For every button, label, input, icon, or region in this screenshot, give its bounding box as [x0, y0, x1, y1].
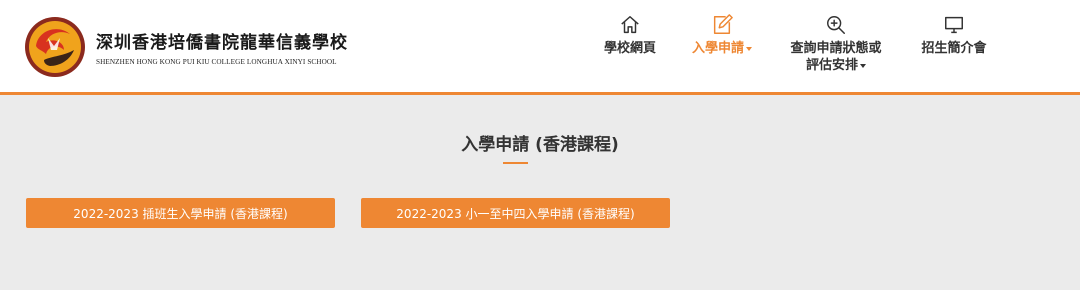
page-title: 入學申請 (香港課程) — [461, 135, 619, 155]
nav-school-homepage[interactable]: 學校網頁 — [600, 14, 660, 84]
nav-application-status[interactable]: 查詢申請狀態或 評估安排 — [784, 14, 888, 84]
home-icon — [621, 16, 639, 34]
site-header: 深圳香港培僑書院龍華信義學校 SHENZHEN HONG KONG PUI KI… — [0, 0, 1080, 95]
school-name-en: SHENZHEN HONG KONG PUI KIU COLLEGE LONGH… — [96, 58, 337, 66]
nav-admission-briefing[interactable]: 招生簡介會 — [915, 14, 993, 84]
monitor-icon — [945, 16, 963, 34]
nav-label-admission-briefing: 招生簡介會 — [921, 41, 987, 56]
nav-label-application-status: 查詢申請狀態或 評估安排 — [790, 41, 882, 73]
school-name-cn: 深圳香港培僑書院龍華信義學校 — [96, 33, 348, 53]
title-underline — [503, 162, 528, 164]
school-emblem-icon — [25, 17, 85, 77]
chevron-down-icon — [746, 46, 752, 51]
p1-to-s4-admission-button[interactable]: 2022-2023 小一至中四入學申請 (香港課程) — [361, 198, 670, 228]
nav-label-admission-application: 入學申請 — [692, 40, 752, 57]
nav-admission-application[interactable]: 入學申請 — [686, 14, 758, 84]
school-logo[interactable]: 深圳香港培僑書院龍華信義學校 SHENZHEN HONG KONG PUI KI… — [24, 14, 404, 80]
transfer-admission-button[interactable]: 2022-2023 插班生入學申請 (香港課程) — [26, 198, 335, 228]
edit-icon — [713, 14, 733, 34]
nav-label-school-homepage: 學校網頁 — [603, 41, 656, 56]
chevron-down-icon — [860, 63, 866, 68]
search-plus-icon — [827, 16, 845, 34]
